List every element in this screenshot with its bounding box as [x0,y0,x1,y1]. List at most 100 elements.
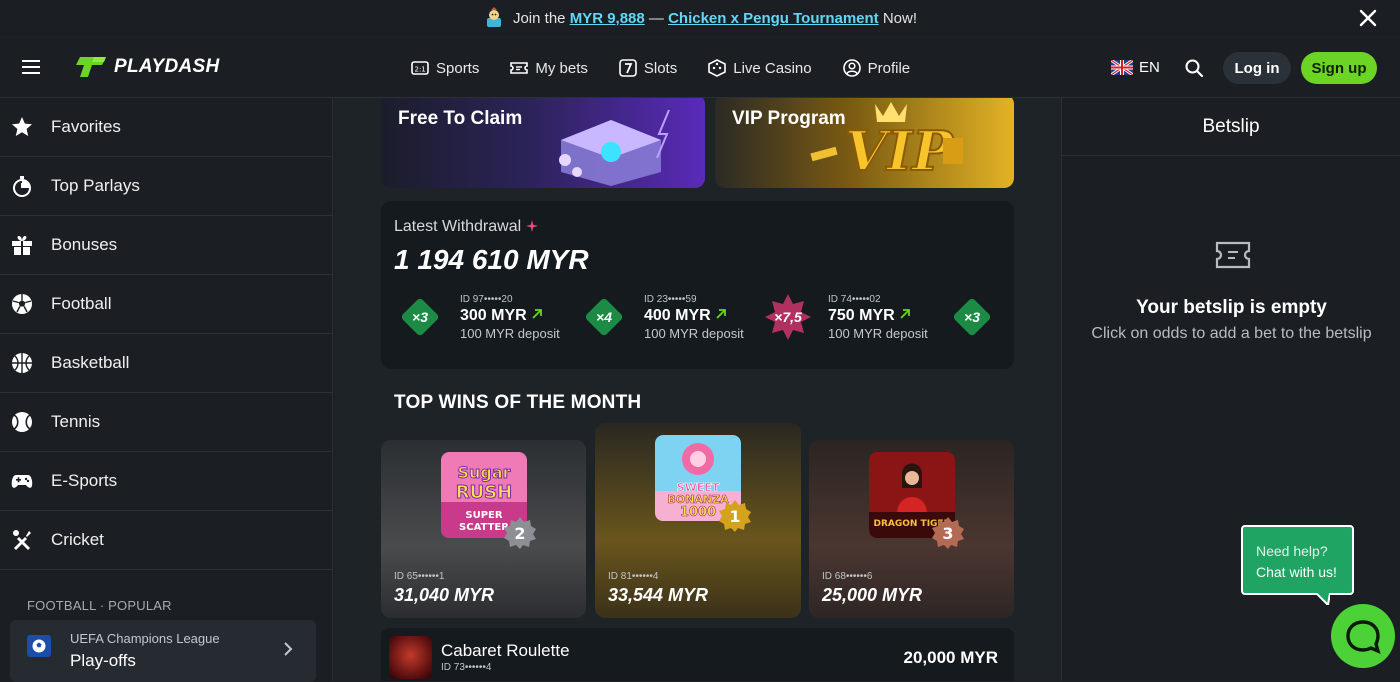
svg-text:1000: 1000 [680,505,716,520]
withdrawal-deposit: 100 MYR deposit [828,326,928,341]
svg-text:2:1: 2:1 [415,66,426,74]
withdrawal-item-amount: 300 MYR [460,307,560,325]
svg-text:3: 3 [942,524,953,543]
chat-question: Need help? [1256,543,1328,559]
chat-button[interactable] [1331,604,1395,668]
arrow-up-right-icon [716,309,726,319]
promo-bar: Join the MYR 9,888 — Chicken x Pengu Tou… [0,0,1400,36]
nav-slots-label: Slots [643,59,678,77]
withdrawal-user-id: ID 74•••••02 [828,294,881,305]
withdrawal-label: Latest Withdrawal [394,218,538,236]
sidebar-item-tennis[interactable]: Tennis [0,393,332,452]
withdrawal-amount: 1 194 610 MYR [394,244,589,275]
league-stage: Play-offs [70,651,136,670]
promo-amount-link[interactable]: MYR 9,888 [570,10,645,27]
sidebar-item-football[interactable]: Football [0,275,332,334]
svg-text:Sugar: Sugar [457,463,510,482]
chat-bubble-tail [1316,593,1330,605]
league-card[interactable]: UEFA Champions League Play-offs [10,620,316,682]
stopwatch-icon [13,176,31,197]
withdrawal-item-amount: 400 MYR [644,307,744,325]
logo[interactable]: PLAYDASH [74,55,220,79]
gamepad-icon [11,475,33,488]
betslip-empty-subtitle: Click on odds to add a bet to the betsli… [1091,325,1372,342]
top-win-amount: 25,000 MYR [822,585,923,605]
chicken-mascot-icon [486,7,501,27]
top-win-card[interactable]: SWEET BONANZA 1000 1 ID 81••••••4 33,544… [595,423,801,618]
top-win-user-id: ID 65••••••1 [394,571,445,582]
promo-suffix: Now! [882,9,918,27]
sidebar-item-bonuses[interactable]: Bonuses [0,216,332,275]
nav-profile[interactable]: Profile [842,58,910,78]
close-icon[interactable] [1356,6,1380,30]
multiplier-badge: ×7,5 [765,294,811,340]
star-icon [12,117,32,136]
nav-sports-label: Sports [436,59,480,77]
cabaret-roulette-thumbnail [389,636,432,679]
multiplier-badge: ×3 [397,294,443,340]
gift-icon [12,236,32,255]
ticket-icon [1215,241,1251,269]
top-win-amount: 31,040 MYR [394,585,495,605]
multiplier-badge: ×3 [949,294,995,340]
chat-help-bubble[interactable]: Need help? Chat with us! [1241,525,1354,595]
sparkle-icon [525,220,538,232]
sidebar-item-top-parlays[interactable]: Top Parlays [0,157,332,216]
promo-prefix: Join the [512,9,566,27]
football-icon [12,294,32,314]
sidebar: Favorites Top Parlays Bonuses Football B… [0,98,333,682]
sidebar-item-esports[interactable]: E-Sports [0,452,332,511]
login-button[interactable]: Log in [1223,52,1291,84]
nav-live-casino-label: Live Casino [733,59,812,77]
sidebar-item-favorites[interactable]: Favorites [0,98,332,157]
top-wins-title: TOP WINS OF THE MONTH [394,392,642,413]
withdrawal-deposit: 100 MYR deposit [644,326,744,341]
top-win-card[interactable]: DRAGON TIGER 3 ID 68••••••6 25,000 MYR [809,440,1014,618]
top-nav: PLAYDASH 2:1 Sports My bets Slots Live C… [0,38,1400,98]
vip-program-banner[interactable]: VIP VIP Program [715,98,1014,188]
svg-text:SUPER: SUPER [465,510,502,521]
sidebar-item-label: E-Sports [51,471,118,490]
sidebar-section-label: FOOTBALL · POPULAR [27,598,172,613]
promo-separator: — [648,9,664,27]
search-icon[interactable] [1184,58,1204,78]
nav-slots[interactable]: Slots [618,58,677,78]
signup-button[interactable]: Sign up [1301,52,1377,84]
top-win-card[interactable]: Sugar RUSH SUPER SCATTER 2 ID 65••••••1 … [381,440,586,618]
logo-mark-icon [76,57,106,77]
promo-tournament-link[interactable]: Chicken x Pengu Tournament [668,10,879,27]
top-win-user-id: ID 68••••••6 [822,571,873,582]
sidebar-item-basketball[interactable]: Basketball [0,334,332,393]
svg-text:RUSH: RUSH [456,482,513,503]
sidebar-item-label: Bonuses [51,235,118,254]
ticket-icon [510,62,529,74]
champions-league-icon [27,635,51,657]
recent-win-row[interactable]: Cabaret Roulette ID 73••••••4 20,000 MYR [381,628,1014,681]
sidebar-item-label: Tennis [51,412,101,431]
arrow-up-right-icon [532,309,542,319]
user-circle-icon [842,59,861,77]
sidebar-item-label: Cricket [51,530,104,549]
recent-win-amount: 20,000 MYR [903,648,999,667]
language-label: EN [1139,59,1160,76]
banner-title: VIP Program [732,108,846,129]
chat-icon [1346,620,1381,654]
nav-my-bets[interactable]: My bets [509,58,588,78]
logo-text: PLAYDASH [114,56,220,77]
rank-badge: 1 [719,500,751,532]
menu-icon[interactable] [22,60,40,74]
betslip-empty-title: Your betslip is empty [1136,297,1327,318]
language-selector[interactable]: EN [1111,59,1160,76]
main-nav: 2:1 Sports My bets Slots Live Casino Pro… [410,38,910,98]
slot-seven-icon [619,59,637,77]
free-to-claim-banner[interactable]: Free To Claim [381,98,705,188]
nav-live-casino[interactable]: Live Casino [707,58,812,78]
latest-withdrawal-panel: Latest Withdrawal 1 194 610 MYR ×3 ID 97… [381,201,1014,369]
dice-icon [708,59,727,77]
nav-sports[interactable]: 2:1 Sports [410,58,479,78]
recent-win-game: Cabaret Roulette [441,641,570,660]
treasure-chest-icon [559,109,670,186]
sidebar-item-cricket[interactable]: Cricket [0,511,332,570]
sidebar-item-label: Top Parlays [51,176,140,195]
svg-text:SCATTER: SCATTER [459,522,509,533]
